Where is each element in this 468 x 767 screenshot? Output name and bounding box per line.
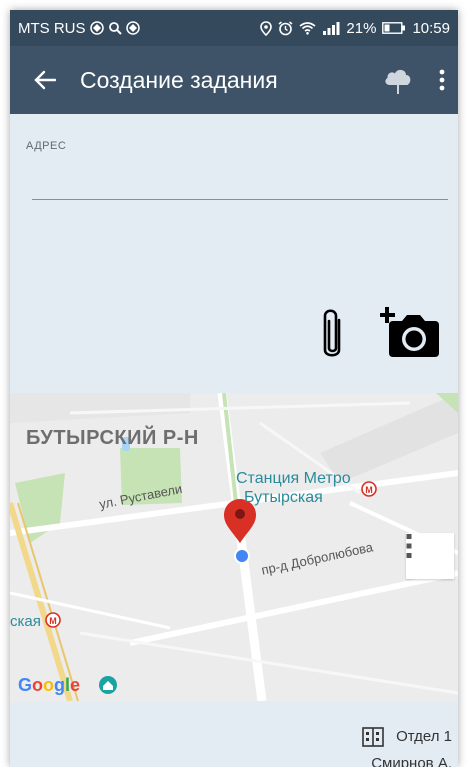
- status-bar: MTS RUS 21% 10:59: [10, 10, 458, 46]
- vpn-icon: [125, 21, 140, 35]
- upload-button[interactable]: [370, 46, 426, 114]
- battery-icon: [382, 22, 406, 34]
- vpn-icon: [89, 21, 104, 35]
- google-logo: Google: [18, 675, 80, 696]
- my-location-dot: [234, 548, 250, 564]
- svg-text:M: M: [49, 616, 57, 626]
- department-row: Отдел 1: [362, 725, 452, 747]
- place-icon: [99, 676, 117, 694]
- battery-level: 21%: [346, 19, 377, 37]
- attach-file-button[interactable]: [312, 304, 352, 366]
- location-icon: [260, 20, 273, 36]
- cloud-upload-icon: [385, 69, 411, 94]
- app-bar: Создание задания: [10, 46, 458, 114]
- back-arrow-icon: [34, 70, 56, 90]
- overflow-menu-button[interactable]: [426, 46, 458, 114]
- google-letter: o: [32, 675, 44, 695]
- google-letter: g: [54, 675, 66, 695]
- alarm-icon: [278, 20, 293, 36]
- metro-station-label-left: ская: [10, 613, 41, 630]
- google-letter: G: [18, 675, 33, 695]
- map-options-button[interactable]: [406, 533, 454, 579]
- metro-station-line2: Бутырская: [244, 489, 323, 506]
- metro-icon: M: [45, 612, 61, 628]
- assignee-name: Смирнов А.: [371, 755, 452, 767]
- address-field[interactable]: [32, 168, 448, 200]
- more-vert-icon: [406, 534, 412, 558]
- clock: 10:59: [412, 19, 450, 37]
- task-footer: Отдел 1 Смирнов А.: [10, 701, 458, 767]
- more-vert-icon: [439, 69, 445, 91]
- metro-station-label: Станция Метро Бутырская: [236, 469, 351, 507]
- signal-icon: [322, 21, 340, 35]
- wifi-icon: [299, 21, 316, 35]
- page-title: Создание задания: [80, 66, 278, 93]
- back-button[interactable]: [10, 46, 80, 114]
- carrier-name: MTS RUS: [18, 19, 86, 37]
- search-icon: [108, 21, 122, 35]
- metro-station-line1: Станция Метро: [236, 470, 351, 487]
- department-icon: [362, 727, 384, 747]
- map-view[interactable]: M M БУТЫРСКИЙ Р-Н Станция Метро Бутырска…: [10, 393, 458, 701]
- phone-screen: MTS RUS 21% 10:59 Создание задания АДРЕС…: [10, 10, 458, 767]
- task-form: АДРЕС: [10, 114, 458, 394]
- district-label: БУТЫРСКИЙ Р-Н: [26, 427, 199, 449]
- svg-text:M: M: [365, 485, 373, 495]
- department-name: Отдел 1: [396, 727, 452, 745]
- metro-icon: M: [361, 481, 377, 497]
- add-photo-icon: [380, 307, 439, 357]
- add-photo-button[interactable]: [378, 300, 444, 362]
- google-letter: e: [70, 675, 81, 695]
- paperclip-icon: [323, 309, 341, 357]
- google-letter: o: [43, 675, 55, 695]
- address-label: АДРЕС: [26, 140, 67, 152]
